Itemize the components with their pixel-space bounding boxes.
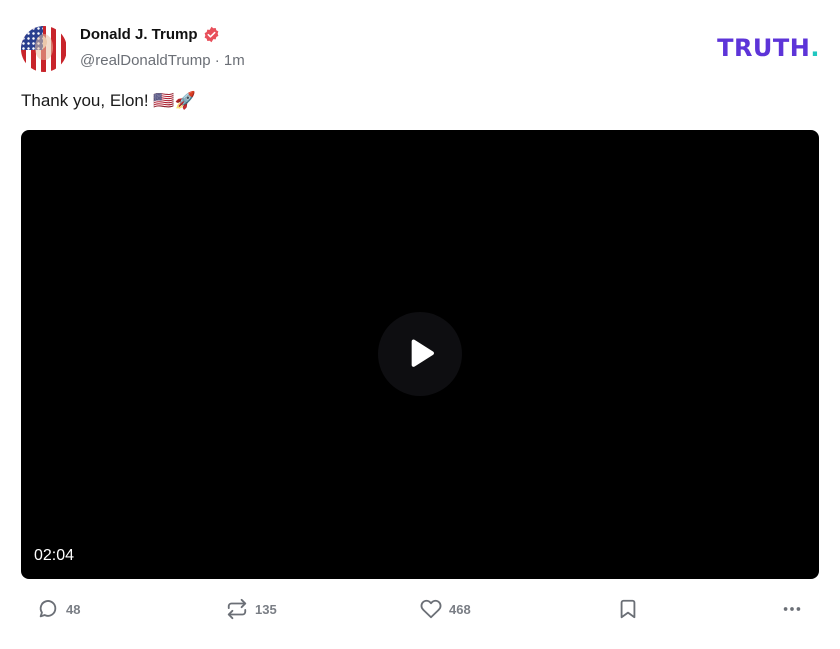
truth-logo[interactable]: TRUTH. [717,34,820,62]
post-time[interactable]: 1m [224,52,245,69]
repost-icon [227,598,247,620]
more-horizontal-icon [783,607,801,611]
comment-icon [39,600,57,618]
retruth-count: 135 [255,601,277,617]
author-name-row: Donald J. Trump [80,26,220,43]
video-player[interactable]: 02:04 [21,130,819,579]
video-duration: 02:04 [34,547,75,564]
play-button[interactable] [378,312,462,396]
bookmark-icon [620,599,636,619]
separator-dot: · [214,52,224,69]
heart-icon [420,599,442,619]
more-options-button[interactable] [781,598,803,620]
reply-button[interactable]: 48 [37,598,80,620]
author-handle-row: @realDonaldTrump · 1m [80,52,245,69]
post-actions: 48 135 468 [21,598,819,628]
author-name[interactable]: Donald J. Trump [80,26,198,43]
bookmark-button[interactable] [617,598,639,620]
retruth-button[interactable]: 135 [226,598,277,620]
play-icon [411,339,434,367]
post-header: Donald J. Trump @realDonaldTrump · 1m TR… [21,24,820,74]
author-handle[interactable]: @realDonaldTrump [80,52,211,69]
reply-count: 48 [66,601,81,617]
like-count: 468 [449,601,471,617]
logo-dot: . [810,34,820,62]
post-text: Thank you, Elon! 🇺🇸🚀 [21,91,196,110]
logo-text: TRUTH [717,34,811,62]
verified-badge-icon [204,26,218,43]
avatar[interactable] [21,26,67,72]
like-button[interactable]: 468 [420,598,471,620]
